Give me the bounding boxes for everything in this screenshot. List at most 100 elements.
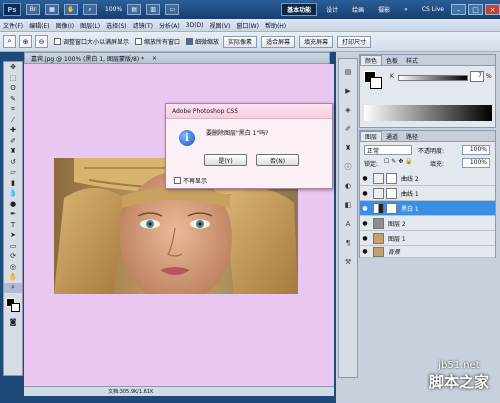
tab-styles[interactable]: 样式 bbox=[402, 55, 422, 65]
layer-row-black-white-1[interactable]: ● 黑白 1 bbox=[360, 201, 495, 216]
menu-analysis[interactable]: 分析(A) bbox=[159, 21, 180, 30]
tab-channels[interactable]: 通道 bbox=[382, 131, 402, 141]
maximize-button[interactable]: □ bbox=[468, 4, 483, 15]
arrange-documents-icon[interactable]: ▥ bbox=[146, 4, 161, 15]
workspace-design[interactable]: 设计 bbox=[321, 3, 343, 16]
brush-panel-icon[interactable]: ✐ bbox=[339, 122, 357, 135]
workspace-essentials[interactable]: 基本功能 bbox=[281, 3, 318, 16]
minibridge-icon[interactable]: ▦ bbox=[45, 4, 59, 15]
zoom-tool-icon[interactable]: ⌕ bbox=[83, 4, 97, 15]
zoom-level[interactable]: 100% bbox=[105, 6, 122, 13]
visibility-eye-icon[interactable]: ● bbox=[360, 205, 370, 212]
workspace-photography[interactable]: 摄影 bbox=[373, 3, 395, 16]
minimize-button[interactable]: – bbox=[451, 4, 466, 15]
gradient-tool-icon[interactable]: ▮ bbox=[4, 178, 22, 189]
fill-screen-button[interactable]: 填充屏幕 bbox=[299, 35, 334, 48]
screen-mode-icon[interactable]: ▭ bbox=[165, 4, 180, 15]
opacity-input[interactable]: 100% bbox=[462, 145, 490, 155]
k-slider[interactable] bbox=[398, 75, 468, 81]
menu-file[interactable]: 文件(F) bbox=[3, 21, 23, 30]
no-button[interactable]: 否(N) bbox=[256, 154, 299, 166]
lasso-tool-icon[interactable]: ʘ bbox=[4, 83, 22, 94]
history-brush-tool-icon[interactable]: ↺ bbox=[4, 157, 22, 168]
tab-paths[interactable]: 路径 bbox=[402, 131, 422, 141]
print-size-button[interactable]: 打印尺寸 bbox=[337, 35, 372, 48]
3d-orbit-tool-icon[interactable]: ◎ bbox=[4, 262, 22, 273]
history-panel-icon[interactable]: ▤ bbox=[339, 65, 357, 78]
zoom-out-icon[interactable]: ⊖ bbox=[35, 35, 48, 48]
adjustments-panel-icon[interactable]: ◐ bbox=[339, 179, 357, 192]
zoom-tool-icon[interactable]: ⌕ bbox=[4, 282, 22, 293]
yes-button[interactable]: 是(Y) bbox=[204, 154, 247, 166]
dont-show-again-checkbox[interactable]: 不再显示 bbox=[174, 176, 207, 185]
masks-panel-icon[interactable]: ◧ bbox=[339, 198, 357, 211]
zoom-all-windows-checkbox[interactable]: 缩放所有窗口 bbox=[135, 37, 180, 46]
menu-help[interactable]: 帮助(H) bbox=[265, 21, 286, 30]
view-extras-icon[interactable]: ▤ bbox=[127, 4, 142, 15]
menu-3d[interactable]: 3D(D) bbox=[186, 22, 204, 29]
3d-rotate-tool-icon[interactable]: ⟳ bbox=[4, 251, 22, 262]
fill-input[interactable]: 100% bbox=[462, 158, 490, 168]
layer-mask-thumbnail[interactable] bbox=[386, 187, 397, 199]
workspace-painting[interactable]: 绘画 bbox=[347, 3, 369, 16]
bridge-icon[interactable]: Br bbox=[26, 4, 40, 15]
crop-tool-icon[interactable]: ⌗ bbox=[4, 104, 22, 115]
color-ramp[interactable] bbox=[364, 105, 492, 121]
clone-stamp-tool-icon[interactable]: ♜ bbox=[4, 146, 22, 157]
layer-row-background[interactable]: ● 背景 bbox=[360, 246, 495, 258]
close-button[interactable]: × bbox=[485, 4, 500, 15]
marquee-tool-icon[interactable]: ⬚ bbox=[4, 73, 22, 84]
path-select-tool-icon[interactable]: ➤ bbox=[4, 230, 22, 241]
eyedropper-tool-icon[interactable]: ⁄ bbox=[4, 115, 22, 126]
quick-select-tool-icon[interactable]: ✎ bbox=[4, 94, 22, 105]
menu-select[interactable]: 选择(S) bbox=[106, 21, 127, 30]
menu-filter[interactable]: 滤镜(T) bbox=[133, 21, 153, 30]
color-swatches-icon[interactable] bbox=[4, 293, 22, 317]
tab-layers[interactable]: 图层 bbox=[360, 131, 383, 141]
layer-mask-thumbnail[interactable] bbox=[386, 202, 397, 214]
cs-live-button[interactable]: CS Live bbox=[417, 3, 449, 16]
fit-screen-button[interactable]: 适合屏幕 bbox=[261, 35, 296, 48]
move-tool-icon[interactable]: ✥ bbox=[4, 62, 22, 73]
visibility-eye-icon[interactable]: ● bbox=[360, 248, 370, 255]
visibility-eye-icon[interactable]: ● bbox=[360, 220, 370, 227]
layer-row-curves-1[interactable]: ● 曲线 1 bbox=[360, 186, 495, 201]
layer-row-layer-1[interactable]: ● 图层 1 bbox=[360, 231, 495, 246]
tab-color[interactable]: 颜色 bbox=[360, 55, 383, 65]
menu-view[interactable]: 视图(V) bbox=[210, 21, 231, 30]
scrubby-zoom-checkbox[interactable]: 细微缩放 bbox=[186, 37, 219, 46]
healing-brush-tool-icon[interactable]: ✚ bbox=[4, 125, 22, 136]
pen-tool-icon[interactable]: ✒ bbox=[4, 209, 22, 220]
menu-edit[interactable]: 编辑(E) bbox=[29, 21, 49, 30]
eraser-tool-icon[interactable]: ▱ bbox=[4, 167, 22, 178]
zoom-tool-preset-icon[interactable]: ⌕ bbox=[3, 35, 16, 48]
actions-panel-icon[interactable]: ▶ bbox=[339, 84, 357, 97]
3d-panel-icon[interactable]: ◈ bbox=[339, 103, 357, 116]
dodge-tool-icon[interactable]: ● bbox=[4, 199, 22, 210]
paragraph-panel-icon[interactable]: ¶ bbox=[339, 236, 357, 249]
visibility-eye-icon[interactable]: ● bbox=[360, 190, 370, 197]
hand-icon[interactable]: ✋ bbox=[64, 4, 78, 15]
layer-row-curves-2[interactable]: ● 曲线 2 bbox=[360, 171, 495, 186]
resize-windows-checkbox[interactable]: 调整窗口大小以满屏显示 bbox=[54, 37, 129, 46]
visibility-eye-icon[interactable]: ● bbox=[360, 175, 370, 182]
tab-swatches[interactable]: 色板 bbox=[382, 55, 402, 65]
blur-tool-icon[interactable]: 💧 bbox=[4, 188, 22, 199]
document-tab[interactable]: 嘉宾.jpg @ 100% (黑白 1, 图层蒙版/8) * × bbox=[24, 52, 330, 64]
brush-tool-icon[interactable]: ✐ bbox=[4, 136, 22, 147]
workspace-overflow[interactable]: » bbox=[399, 3, 413, 16]
blend-mode-select[interactable]: 正常 bbox=[364, 145, 412, 155]
info-panel-icon[interactable]: ⓘ bbox=[339, 160, 357, 173]
k-value-input[interactable]: 7 bbox=[470, 71, 484, 82]
shape-tool-icon[interactable]: ▭ bbox=[4, 241, 22, 252]
tool-presets-panel-icon[interactable]: ⚒ bbox=[339, 255, 357, 268]
menu-layer[interactable]: 图层(L) bbox=[80, 21, 100, 30]
layer-mask-thumbnail[interactable] bbox=[386, 172, 397, 184]
zoom-in-icon[interactable]: ⊕ bbox=[19, 35, 32, 48]
menu-window[interactable]: 窗口(W) bbox=[236, 21, 259, 30]
type-tool-icon[interactable]: T bbox=[4, 220, 22, 231]
menu-image[interactable]: 图像(I) bbox=[56, 21, 74, 30]
background-color-swatch[interactable] bbox=[370, 77, 382, 89]
actual-pixels-button[interactable]: 实际像素 bbox=[223, 35, 258, 48]
clone-source-panel-icon[interactable]: ♜ bbox=[339, 141, 357, 154]
